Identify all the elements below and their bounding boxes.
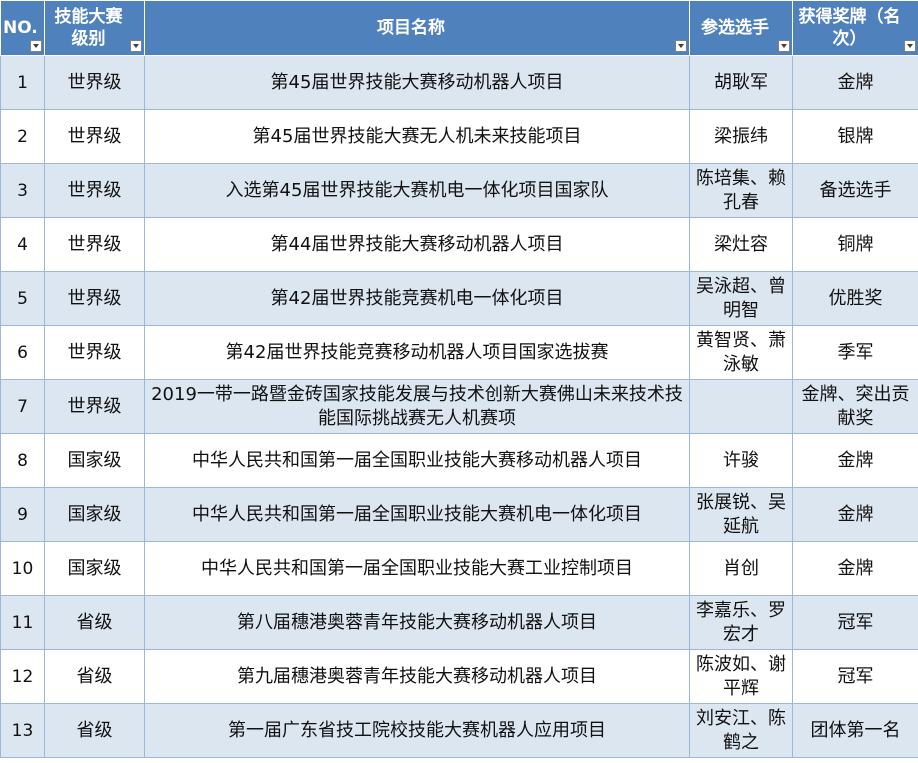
cell-award: 优胜奖 <box>792 271 918 326</box>
cell-award: 备选选手 <box>792 163 918 218</box>
table-row: 5 世界级 第42届世界技能竞赛机电一体化项目 吴泳超、曾明智 优胜奖 <box>0 271 918 326</box>
cell-players: 黄智贤、萧泳敏 <box>689 325 793 380</box>
column-header-level: 技能大赛级别 <box>44 0 145 56</box>
cell-award: 银牌 <box>792 109 918 164</box>
column-header-players: 参选选手 <box>689 0 793 56</box>
cell-award: 金牌 <box>792 55 918 110</box>
cell-level: 世界级 <box>44 163 145 218</box>
filter-dropdown-icon[interactable] <box>778 40 790 52</box>
filter-dropdown-icon[interactable] <box>30 40 42 52</box>
cell-no: 10 <box>0 541 45 596</box>
cell-players: 梁振纬 <box>689 109 793 164</box>
cell-project: 中华人民共和国第一届全国职业技能大赛移动机器人项目 <box>144 433 690 488</box>
cell-award: 金牌、突出贡献奖 <box>792 379 918 434</box>
table-row: 1 世界级 第45届世界技能大赛移动机器人项目 胡耿军 金牌 <box>0 55 918 110</box>
cell-project: 第44届世界技能大赛移动机器人项目 <box>144 217 690 272</box>
cell-level: 世界级 <box>44 325 145 380</box>
cell-level: 省级 <box>44 703 145 758</box>
cell-project: 入选第45届世界技能大赛机电一体化项目国家队 <box>144 163 690 218</box>
cell-players: 刘安江、陈鹤之 <box>689 703 793 758</box>
cell-players: 吴泳超、曾明智 <box>689 271 793 326</box>
cell-project: 第八届穗港奥蓉青年技能大赛移动机器人项目 <box>144 595 690 650</box>
cell-level: 国家级 <box>44 433 145 488</box>
column-header-project: 项目名称 <box>144 0 690 56</box>
cell-level: 国家级 <box>44 541 145 596</box>
cell-no: 7 <box>0 379 45 434</box>
cell-players <box>689 379 793 434</box>
cell-level: 世界级 <box>44 271 145 326</box>
cell-players: 李嘉乐、罗宏才 <box>689 595 793 650</box>
table-row: 11 省级 第八届穗港奥蓉青年技能大赛移动机器人项目 李嘉乐、罗宏才 冠军 <box>0 595 918 650</box>
column-header-award: 获得奖牌（名次） <box>792 0 918 56</box>
cell-level: 国家级 <box>44 487 145 542</box>
cell-level: 世界级 <box>44 217 145 272</box>
cell-project: 中华人民共和国第一届全国职业技能大赛机电一体化项目 <box>144 487 690 542</box>
filter-dropdown-icon[interactable] <box>904 40 916 52</box>
cell-level: 省级 <box>44 649 145 704</box>
table-row: 9 国家级 中华人民共和国第一届全国职业技能大赛机电一体化项目 张展锐、吴延航 … <box>0 487 918 542</box>
cell-players: 胡耿军 <box>689 55 793 110</box>
cell-project: 第42届世界技能竞赛移动机器人项目国家选拔赛 <box>144 325 690 380</box>
column-header-label: 参选选手 <box>701 18 769 38</box>
cell-award: 铜牌 <box>792 217 918 272</box>
table-row: 8 国家级 中华人民共和国第一届全国职业技能大赛移动机器人项目 许骏 金牌 <box>0 433 918 488</box>
cell-project: 第42届世界技能竞赛机电一体化项目 <box>144 271 690 326</box>
cell-award: 团体第一名 <box>792 703 918 758</box>
cell-players: 肖创 <box>689 541 793 596</box>
cell-award: 金牌 <box>792 541 918 596</box>
table-row: 2 世界级 第45届世界技能大赛无人机未来技能项目 梁振纬 银牌 <box>0 109 918 164</box>
table-row: 6 世界级 第42届世界技能竞赛移动机器人项目国家选拔赛 黄智贤、萧泳敏 季军 <box>0 325 918 380</box>
cell-project: 中华人民共和国第一届全国职业技能大赛工业控制项目 <box>144 541 690 596</box>
cell-award: 冠军 <box>792 595 918 650</box>
cell-no: 11 <box>0 595 45 650</box>
cell-players: 张展锐、吴延航 <box>689 487 793 542</box>
column-header-label: 项目名称 <box>377 18 445 38</box>
cell-award: 金牌 <box>792 487 918 542</box>
cell-project: 第45届世界技能大赛无人机未来技能项目 <box>144 109 690 164</box>
cell-award: 季军 <box>792 325 918 380</box>
column-header-label: 获得奖牌（名次） <box>798 7 901 49</box>
table-row: 10 国家级 中华人民共和国第一届全国职业技能大赛工业控制项目 肖创 金牌 <box>0 541 918 596</box>
cell-no: 2 <box>0 109 45 164</box>
cell-project: 第九届穗港奥蓉青年技能大赛移动机器人项目 <box>144 649 690 704</box>
cell-level: 世界级 <box>44 109 145 164</box>
cell-project: 2019一带一路暨金砖国家技能发展与技术创新大赛佛山未来技术技能国际挑战赛无人机… <box>144 379 690 434</box>
cell-no: 12 <box>0 649 45 704</box>
cell-level: 世界级 <box>44 379 145 434</box>
cell-level: 世界级 <box>44 55 145 110</box>
table-row: 7 世界级 2019一带一路暨金砖国家技能发展与技术创新大赛佛山未来技术技能国际… <box>0 379 918 434</box>
cell-project: 第45届世界技能大赛移动机器人项目 <box>144 55 690 110</box>
cell-players: 梁灶容 <box>689 217 793 272</box>
cell-level: 省级 <box>44 595 145 650</box>
cell-no: 1 <box>0 55 45 110</box>
column-header-no: NO. <box>0 0 45 56</box>
cell-award: 金牌 <box>792 433 918 488</box>
cell-award: 冠军 <box>792 649 918 704</box>
awards-table: NO. 技能大赛级别 项目名称 参选选手 获得奖牌（名次） 1 世界级 第45届… <box>0 0 918 758</box>
header-row: NO. 技能大赛级别 项目名称 参选选手 获得奖牌（名次） <box>0 0 918 56</box>
cell-no: 6 <box>0 325 45 380</box>
table-row: 3 世界级 入选第45届世界技能大赛机电一体化项目国家队 陈培集、赖孔春 备选选… <box>0 163 918 218</box>
cell-players: 陈培集、赖孔春 <box>689 163 793 218</box>
cell-no: 4 <box>0 217 45 272</box>
column-header-label: NO. <box>3 18 38 38</box>
table-row: 13 省级 第一届广东省技工院校技能大赛机器人应用项目 刘安江、陈鹤之 团体第一… <box>0 703 918 758</box>
cell-project: 第一届广东省技工院校技能大赛机器人应用项目 <box>144 703 690 758</box>
cell-no: 13 <box>0 703 45 758</box>
filter-dropdown-icon[interactable] <box>130 40 142 52</box>
cell-no: 5 <box>0 271 45 326</box>
table-row: 4 世界级 第44届世界技能大赛移动机器人项目 梁灶容 铜牌 <box>0 217 918 272</box>
cell-players: 陈波如、谢平辉 <box>689 649 793 704</box>
cell-no: 8 <box>0 433 45 488</box>
cell-no: 3 <box>0 163 45 218</box>
filter-dropdown-icon[interactable] <box>675 40 687 52</box>
table-row: 12 省级 第九届穗港奥蓉青年技能大赛移动机器人项目 陈波如、谢平辉 冠军 <box>0 649 918 704</box>
cell-players: 许骏 <box>689 433 793 488</box>
cell-no: 9 <box>0 487 45 542</box>
